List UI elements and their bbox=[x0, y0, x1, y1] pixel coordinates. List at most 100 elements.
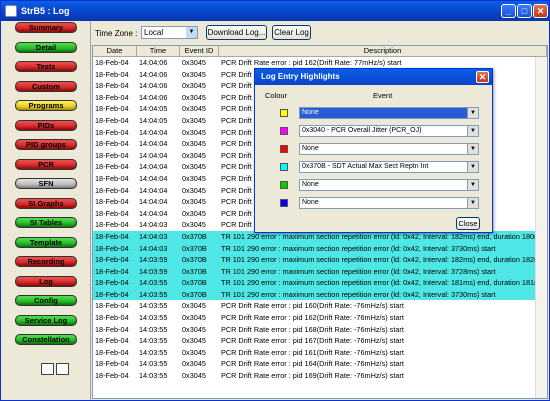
table-row[interactable]: 18-Feb-04 14:04:06 0x3045 PCR Drift Rate er… bbox=[93, 57, 547, 69]
date-cell: 18-Feb-04 bbox=[95, 324, 129, 334]
column-header-date[interactable]: Date bbox=[93, 46, 137, 56]
sidebar-item-config[interactable]: Config bbox=[15, 295, 77, 306]
sidebar-item-si-tables[interactable]: SI Tables bbox=[15, 217, 77, 228]
description-cell: PCR Drift Rate error : pid 169(Drift Rat… bbox=[221, 371, 404, 381]
event-id-cell: 0x3045 bbox=[182, 162, 206, 172]
dialog-title: Log Entry Highlights bbox=[255, 69, 492, 85]
colour-swatch bbox=[280, 109, 288, 117]
sidebar-item-detail[interactable]: Detail bbox=[15, 41, 77, 53]
column-header-time[interactable]: Time bbox=[137, 46, 180, 56]
event-id-cell: 0x3045 bbox=[182, 127, 206, 137]
event-select[interactable]: None ▼ bbox=[299, 179, 479, 191]
event-select[interactable]: None ▼ bbox=[299, 143, 479, 155]
event-select[interactable]: None ▼ bbox=[299, 107, 479, 119]
table-row[interactable]: 18-Feb-04 14:04:03 0x370B TR 101 290 error … bbox=[93, 242, 547, 255]
event-select-value: 0x3040 - PCR Overall Jitter (PCR_OJ) bbox=[302, 127, 422, 134]
log-toolbar: Time Zone : Local ▼ Download Log... Clea… bbox=[92, 21, 548, 45]
vertical-scrollbar[interactable] bbox=[535, 57, 547, 398]
chevron-down-icon: ▼ bbox=[467, 108, 478, 118]
date-cell: 18-Feb-04 bbox=[95, 81, 129, 91]
event-select[interactable]: 0x3040 - PCR Overall Jitter (PCR_OJ) ▼ bbox=[299, 125, 479, 137]
time-cell: 14:04:04 bbox=[139, 208, 168, 218]
description-cell: TR 101 290 error : maximum section repet… bbox=[221, 243, 496, 253]
date-cell: 18-Feb-04 bbox=[95, 289, 129, 299]
minimize-button[interactable]: _ bbox=[501, 4, 516, 18]
table-row[interactable]: 18-Feb-04 14:03:59 0x370B TR 101 290 error … bbox=[93, 254, 547, 266]
table-row[interactable]: 18-Feb-04 14:03:55 0x370B TR 101 290 error … bbox=[93, 277, 547, 289]
grid-view-icon[interactable] bbox=[56, 363, 69, 375]
sidebar-item-log[interactable]: Log bbox=[15, 275, 77, 287]
table-row[interactable]: 18-Feb-04 14:03:55 0x3045 PCR Drift Rate er… bbox=[93, 300, 547, 312]
table-row[interactable]: 18-Feb-04 14:03:55 0x3045 PCR Drift Rate er… bbox=[93, 335, 547, 347]
description-cell: PCR Drift Rate error : pid 161(Drift Rat… bbox=[221, 347, 404, 357]
event-id-cell: 0x3045 bbox=[182, 150, 206, 160]
event-id-cell: 0x3045 bbox=[182, 92, 206, 102]
event-select[interactable]: 0x370B - SDT Actual Max Sect Reptn Int ▼ bbox=[299, 161, 479, 173]
event-select-value: None bbox=[302, 181, 319, 188]
date-cell: 18-Feb-04 bbox=[95, 197, 129, 207]
sidebar-item-template[interactable]: Template bbox=[15, 236, 77, 248]
table-row[interactable]: 18-Feb-04 14:03:55 0x370B TR 101 290 error … bbox=[93, 288, 547, 301]
event-id-cell: 0x3045 bbox=[182, 336, 206, 346]
main-window: StrB5 : Log _ □ ✕ Summary Detail Tests Cust… bbox=[0, 0, 550, 401]
time-cell: 14:04:06 bbox=[139, 58, 168, 67]
table-header: Date Time Event ID Description bbox=[93, 46, 547, 57]
date-cell: 18-Feb-04 bbox=[95, 255, 129, 265]
date-cell: 18-Feb-04 bbox=[95, 127, 129, 137]
date-cell: 18-Feb-04 bbox=[95, 162, 129, 172]
date-cell: 18-Feb-04 bbox=[95, 336, 129, 346]
sidebar-item-tests[interactable]: Tests bbox=[15, 61, 77, 72]
event-id-cell: 0x3045 bbox=[182, 208, 206, 218]
time-zone-select[interactable]: Local ▼ bbox=[141, 26, 198, 39]
sidebar-item-sfn[interactable]: SFN bbox=[15, 178, 77, 189]
dialog-close-button[interactable]: Close bbox=[456, 217, 480, 230]
colour-swatch bbox=[280, 145, 288, 153]
table-row[interactable]: 18-Feb-04 14:03:55 0x3045 PCR Drift Rate er… bbox=[93, 324, 547, 336]
table-row[interactable]: 18-Feb-04 14:03:59 0x370B TR 101 290 error … bbox=[93, 265, 547, 278]
time-cell: 14:04:05 bbox=[139, 104, 168, 114]
time-cell: 14:03:55 bbox=[139, 301, 168, 311]
sidebar-item-summary[interactable]: Summary bbox=[15, 22, 77, 33]
time-cell: 14:03:59 bbox=[139, 255, 168, 265]
time-cell: 14:04:04 bbox=[139, 197, 168, 207]
sidebar-item-constellation[interactable]: Constellation bbox=[15, 334, 77, 345]
sidebar-item-custom[interactable]: Custom bbox=[15, 80, 77, 92]
table-row[interactable]: 18-Feb-04 14:03:55 0x3045 PCR Drift Rate er… bbox=[93, 370, 547, 382]
description-cell: PCR Drift Rate error : pid 164(Drift Rat… bbox=[221, 359, 404, 369]
event-id-cell: 0x3045 bbox=[182, 324, 206, 334]
time-cell: 14:04:06 bbox=[139, 92, 168, 102]
sidebar-item-si-graphs[interactable]: SI Graphs bbox=[15, 197, 77, 209]
colour-swatch bbox=[280, 181, 288, 189]
sidebar-item-service-log[interactable]: Service Log bbox=[15, 314, 77, 326]
event-id-cell: 0x3045 bbox=[182, 197, 206, 207]
close-button[interactable]: ✕ bbox=[533, 4, 548, 18]
date-cell: 18-Feb-04 bbox=[95, 278, 129, 288]
sidebar-item-recording[interactable]: Recording bbox=[15, 256, 77, 267]
description-cell: PCR Drift Rate error : pid 168(Drift Rat… bbox=[221, 324, 404, 334]
time-cell: 14:03:55 bbox=[139, 324, 168, 334]
dialog-close-icon[interactable]: ✕ bbox=[476, 71, 489, 83]
column-header-description[interactable]: Description bbox=[219, 46, 547, 56]
sidebar-item-programs[interactable]: Programs bbox=[15, 100, 77, 111]
table-row[interactable]: 18-Feb-04 14:03:55 0x3045 PCR Drift Rate er… bbox=[93, 312, 547, 324]
time-cell: 14:03:55 bbox=[139, 359, 168, 369]
table-row[interactable]: 18-Feb-04 14:03:55 0x3045 PCR Drift Rate er… bbox=[93, 347, 547, 359]
sidebar-item-pids[interactable]: PIDs bbox=[15, 119, 77, 131]
download-log-button[interactable]: Download Log... bbox=[206, 25, 267, 40]
time-cell: 14:04:04 bbox=[139, 162, 168, 172]
event-select[interactable]: None ▼ bbox=[299, 197, 479, 209]
sidebar-item-pcr[interactable]: PCR bbox=[15, 158, 77, 170]
time-cell: 14:04:04 bbox=[139, 139, 168, 149]
event-id-cell: 0x370B bbox=[182, 243, 207, 253]
event-id-cell: 0x3045 bbox=[182, 301, 206, 311]
table-row[interactable]: 18-Feb-04 14:03:55 0x3045 PCR Drift Rate er… bbox=[93, 358, 547, 370]
chevron-down-icon: ▼ bbox=[186, 27, 197, 38]
date-cell: 18-Feb-04 bbox=[95, 150, 129, 160]
time-cell: 14:03:55 bbox=[139, 313, 168, 323]
maximize-button[interactable]: □ bbox=[517, 4, 532, 18]
sidebar-item-pid-groups[interactable]: PID groups bbox=[15, 139, 77, 150]
single-view-icon[interactable] bbox=[41, 363, 54, 375]
clear-log-button[interactable]: Clear Log bbox=[272, 25, 311, 40]
description-cell: PCR Drift Rate error : pid 167(Drift Rat… bbox=[221, 336, 404, 346]
column-header-event-id[interactable]: Event ID bbox=[180, 46, 219, 56]
